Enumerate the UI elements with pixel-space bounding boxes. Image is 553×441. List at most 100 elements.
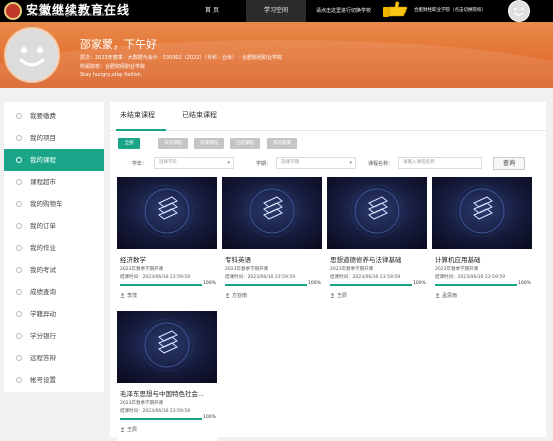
course-progress-bar bbox=[330, 284, 412, 286]
course-title[interactable]: 计算机应用基础 bbox=[435, 254, 531, 264]
course-teacher: 孟思雨 bbox=[435, 292, 457, 299]
tab-ongoing-courses[interactable]: 未结束课程 bbox=[120, 110, 155, 120]
course-thumbnail[interactable] bbox=[117, 177, 217, 249]
user-icon bbox=[120, 427, 125, 432]
layers-logo-icon bbox=[432, 177, 532, 249]
radio-dot-icon bbox=[16, 113, 22, 119]
sidebar-item-status-change[interactable]: 学籍异动 bbox=[4, 303, 104, 325]
course-thumbnail[interactable] bbox=[222, 177, 322, 249]
sidebar: 我要缴费 我的项目 我的课程 课程超市 我的购物车 我的订单 我的作业 我的考试… bbox=[4, 102, 104, 392]
nav-study-space[interactable]: 学习空间 bbox=[246, 0, 306, 22]
course-title[interactable]: 毛泽东思想与中国特色社会... bbox=[120, 388, 216, 398]
filter-chip-all[interactable]: 全部 bbox=[118, 138, 140, 149]
course-end-time: 结课时间：2023/06/30 23:59:59 bbox=[120, 409, 191, 414]
sidebar-item-cart[interactable]: 我的购物车 bbox=[4, 193, 104, 215]
course-thumbnail[interactable] bbox=[117, 311, 217, 383]
user-avatar[interactable] bbox=[508, 0, 530, 22]
course-teacher: 王辰 bbox=[330, 292, 347, 299]
course-term: 2023年春季学期开课 bbox=[225, 267, 268, 272]
course-progress-text: 100% bbox=[203, 415, 216, 420]
course-title[interactable]: 经济数学 bbox=[120, 254, 216, 264]
filter-chip-in-progress[interactable]: 开课课程 bbox=[194, 138, 224, 149]
chevron-down-icon: ▾ bbox=[227, 160, 230, 166]
user-icon bbox=[330, 293, 335, 298]
school-seal-logo bbox=[4, 2, 22, 20]
smiley-avatar-icon bbox=[6, 29, 58, 81]
filter-chip-not-started[interactable]: 未开课程 bbox=[158, 138, 188, 149]
layers-logo-icon bbox=[327, 177, 427, 249]
term-select[interactable]: 选择学期 ▾ bbox=[276, 157, 356, 169]
switch-school-hint[interactable]: 请点击这里进行切换学校 bbox=[316, 0, 371, 22]
radio-dot-icon bbox=[16, 333, 22, 339]
motto-text: Stay hungry,stay foolish. bbox=[80, 72, 143, 78]
course-progress-bar bbox=[120, 284, 202, 286]
course-card[interactable]: 专科英语 2023年春季学期开课 结课时间：2023/06/30 23:59:59 1… bbox=[222, 177, 322, 307]
sidebar-item-course-market[interactable]: 课程超市 bbox=[4, 171, 104, 193]
course-end-time: 结课时间：2023/06/30 23:59:59 bbox=[225, 275, 296, 280]
course-end-time: 结课时间：2023/06/30 23:59:59 bbox=[435, 275, 506, 280]
course-progress-text: 100% bbox=[413, 281, 426, 286]
radio-dot-icon bbox=[16, 201, 22, 207]
year-select[interactable]: 选择学年 ▾ bbox=[154, 157, 234, 169]
year-label: 学年： bbox=[132, 161, 148, 167]
course-card[interactable]: 思想道德修养与法律基础 2023年春季学期开课 结课时间：2023/06/30 23… bbox=[327, 177, 427, 307]
smiley-avatar-icon bbox=[509, 1, 529, 21]
course-teacher: 王辰 bbox=[120, 426, 137, 433]
user-icon bbox=[225, 293, 230, 298]
profile-avatar bbox=[4, 27, 60, 83]
sidebar-item-exams[interactable]: 我的考试 bbox=[4, 259, 104, 281]
radio-dot-icon bbox=[16, 179, 22, 185]
site-logo-subtitle: Anhui Continuing Education Online bbox=[30, 13, 109, 18]
sidebar-item-projects[interactable]: 我的项目 bbox=[4, 127, 104, 149]
query-button[interactable]: 查询 bbox=[493, 157, 525, 170]
school-info: 所属院校：合肥财经职业学院 bbox=[80, 64, 146, 70]
course-name-label: 课程名称： bbox=[368, 161, 394, 167]
active-tab-indicator bbox=[116, 129, 166, 131]
course-term: 2023年春季学期开课 bbox=[435, 267, 478, 272]
switch-school-link[interactable]: 合肥财经职业学院（点击切换院校） bbox=[414, 0, 486, 22]
sidebar-item-my-courses[interactable]: 我的课程 bbox=[4, 149, 104, 171]
chevron-down-icon: ▾ bbox=[349, 160, 352, 166]
course-progress-bar bbox=[435, 284, 517, 286]
sidebar-item-credit-bank[interactable]: 学分银行 bbox=[4, 325, 104, 347]
sidebar-item-account-settings[interactable]: 帐号设置 bbox=[4, 369, 104, 391]
filter-chip-finished[interactable]: 已结课程 bbox=[230, 138, 260, 149]
user-icon bbox=[120, 293, 125, 298]
course-progress-bar bbox=[225, 284, 307, 286]
greeting-text: 邵家蒙，下午好 bbox=[80, 38, 157, 51]
pointing-hand-icon bbox=[383, 1, 408, 17]
course-end-time: 结课时间：2023/06/30 23:59:59 bbox=[330, 275, 401, 280]
term-label: 学期： bbox=[256, 161, 272, 167]
filter-chip-favorites[interactable]: 我的收藏 bbox=[267, 138, 297, 149]
course-card[interactable]: 经济数学 2023年春季学期开课 结课时间：2023/06/30 23:59:59 1… bbox=[117, 177, 217, 307]
course-card[interactable]: 毛泽东思想与中国特色社会... 2023年春季学期开课结课时间：2023/06/3… bbox=[117, 311, 217, 441]
sidebar-item-orders[interactable]: 我的订单 bbox=[4, 215, 104, 237]
course-thumbnail[interactable] bbox=[327, 177, 427, 249]
course-term: 2023年春季学期开课 bbox=[120, 267, 163, 272]
course-name-input[interactable]: 请输入课程名称 bbox=[398, 157, 482, 169]
tab-finished-courses[interactable]: 已结束课程 bbox=[182, 110, 217, 120]
sidebar-item-grades[interactable]: 成绩查询 bbox=[4, 281, 104, 303]
radio-dot-icon bbox=[16, 377, 22, 383]
radio-dot-icon bbox=[16, 289, 22, 295]
layers-logo-icon bbox=[117, 177, 217, 249]
sidebar-item-payment[interactable]: 我要缴费 bbox=[4, 105, 104, 127]
enrollment-info: 层次：2023年春季 - 大数据与会计 - 530302（2022）（专科 - … bbox=[80, 55, 282, 61]
course-card[interactable]: 计算机应用基础 2023年春季学期开课结课时间：2023/06/30 23:59:… bbox=[432, 177, 532, 307]
course-title[interactable]: 思想道德修养与法律基础 bbox=[330, 254, 426, 264]
course-teacher: 方亚南 bbox=[225, 292, 247, 299]
user-icon bbox=[435, 293, 440, 298]
sidebar-item-homework[interactable]: 我的作业 bbox=[4, 237, 104, 259]
radio-dot-icon bbox=[16, 223, 22, 229]
radio-dot-icon bbox=[16, 157, 22, 163]
course-progress-text: 100% bbox=[518, 281, 531, 286]
sidebar-item-remote-defense[interactable]: 远程答辩 bbox=[4, 347, 104, 369]
course-title[interactable]: 专科英语 bbox=[225, 254, 321, 264]
course-thumbnail[interactable] bbox=[432, 177, 532, 249]
radio-dot-icon bbox=[16, 355, 22, 361]
nav-home[interactable]: 首 页 bbox=[190, 0, 234, 22]
main-content: 未结束课程 已结束课程 全部 未开课程 开课课程 已结课程 我的收藏 学年： 选… bbox=[110, 102, 546, 441]
course-teacher: 李茂 bbox=[120, 292, 137, 299]
course-term: 2023年春季学期开课 bbox=[120, 401, 163, 406]
radio-dot-icon bbox=[16, 311, 22, 317]
